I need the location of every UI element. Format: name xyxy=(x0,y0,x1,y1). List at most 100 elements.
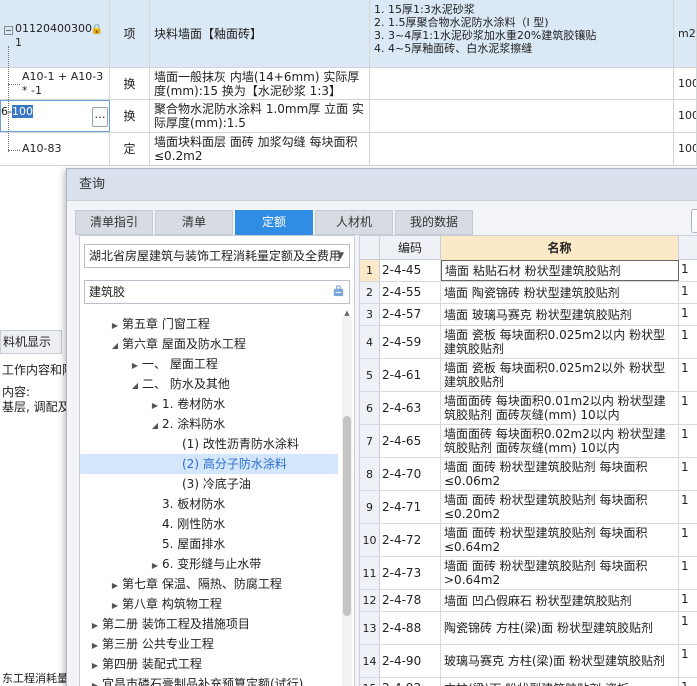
grid-row[interactable]: 8 2-4-70 墙面 面砖 粉状型建筑胶贴剂 每块面积≤0.06m2 1 xyxy=(360,458,697,491)
quota-name: 墙面 凹凸假麻石 粉状型建筑胶贴剂 xyxy=(441,590,679,611)
tree-item-label: (3) 冷底子油 xyxy=(182,477,251,491)
scroll-up-icon[interactable]: ▲ xyxy=(342,308,352,318)
grid-row[interactable]: 152-4-92方柱(梁)面 粉状型建筑胶贴剂 瓷板1 xyxy=(360,678,697,686)
item-code-editor[interactable]: 6-100 xyxy=(1,105,33,118)
library-select[interactable]: 湖北省房屋建筑与装饰工程消耗量定额及全费用 ▼ xyxy=(84,244,350,268)
expand-icon[interactable]: ▶ xyxy=(88,636,102,656)
collapse-icon[interactable]: ◢ xyxy=(148,416,162,436)
grid-row[interactable]: 7 2-4-65 墙面面砖 每块面积0.02m2以内 粉状型建筑胶贴剂 面砖灰缝(m… xyxy=(360,425,697,458)
expand-icon[interactable]: ▶ xyxy=(128,356,142,376)
item-code: A10-1 + A10-3 * -1 xyxy=(22,70,104,97)
dialog-title[interactable]: 查询 xyxy=(67,169,697,201)
grid-row[interactable]: 3 2-4-57 墙面 玻璃马赛克 粉状型建筑胶贴剂 1 xyxy=(360,304,697,326)
tree-item[interactable]: 4. 刚性防水 xyxy=(80,514,338,534)
expand-icon[interactable]: ▶ xyxy=(88,616,102,636)
tree-item-label: 第六章 屋面及防水工程 xyxy=(122,337,246,351)
grid-row[interactable]: 1 2-4-45 墙面 粘贴石材 粉状型建筑胶贴剂 1 xyxy=(360,260,697,282)
tree-item-label: 第二册 装饰工程及措施项目 xyxy=(102,617,250,631)
tree-item[interactable]: ▶ 第二册 装饰工程及措施项目 xyxy=(80,614,338,634)
expand-icon[interactable]: ▶ xyxy=(88,656,102,676)
quota-extra: 1 xyxy=(681,361,689,375)
tree-item[interactable]: ▶ 一、 屋面工程 xyxy=(80,354,338,374)
quota-extra: 1 xyxy=(681,306,689,320)
more-button[interactable]: … xyxy=(92,107,108,127)
tree-item-label: 6. 变形缝与止水带 xyxy=(162,557,262,571)
grid-row[interactable]: 11 2-4-73 墙面 面砖 粉状型建筑胶贴剂 每块面积>0.64m2 1 xyxy=(360,557,697,590)
tree-item[interactable]: ▶ 6. 变形缝与止水带 xyxy=(80,554,338,574)
tree-item-label: 3. 板材防水 xyxy=(162,497,226,511)
tree-scrollbar[interactable]: ▲ ▼ xyxy=(342,309,352,686)
scrollbar-thumb[interactable] xyxy=(343,416,351,616)
quota-name: 玻璃马赛克 方柱(梁)面 粉状型建筑胶贴剂 xyxy=(441,645,679,677)
quota-code: 2-4-78 xyxy=(380,590,441,611)
tree-item-label: 4. 刚性防水 xyxy=(162,517,226,531)
tree-item[interactable]: 3. 板材防水 xyxy=(80,494,338,514)
expand-icon[interactable]: ▶ xyxy=(108,596,122,616)
tree-item[interactable]: (1) 改性沥青防水涂料 xyxy=(80,434,338,454)
tree-item-label: (1) 改性沥青防水涂料 xyxy=(182,437,299,451)
quota-code: 2-4-65 xyxy=(380,425,441,457)
table-row[interactable]: 6-100 … 换 聚合物水泥防水涂料 1.0mm厚 立面 实际厚度(mm):1… xyxy=(0,100,697,133)
grid-row[interactable]: 4 2-4-59 墙面 瓷板 每块面积0.025m2以内 粉状型建筑胶贴剂 1 xyxy=(360,326,697,359)
column-header-code[interactable]: 编码 xyxy=(380,236,441,260)
tree-item[interactable]: (3) 冷底子油 xyxy=(80,474,338,494)
query-dialog: 查询 清单指引 清单 定额 人材机 我的数据 湖北省房屋建筑与装饰工程消耗量定额… xyxy=(66,168,697,686)
tree-item[interactable]: 5. 屋面排水 xyxy=(80,534,338,554)
grid-row[interactable]: 14 2-4-90 玻璃马赛克 方柱(梁)面 粉状型建筑胶贴剂 1 xyxy=(360,645,697,678)
grid-row[interactable]: 2 2-4-55 墙面 陶瓷锦砖 粉状型建筑胶贴剂 1 xyxy=(360,282,697,304)
item-code: 01120400300 1 xyxy=(15,22,92,49)
tree-item[interactable]: ◢ 2. 涂料防水 xyxy=(80,414,338,434)
tree-item[interactable]: ▶ 1. 卷材防水 xyxy=(80,394,338,414)
tab-list-guide[interactable]: 清单指引 xyxy=(75,210,153,235)
tree-item[interactable]: ◢ 二、 防水及其他 xyxy=(80,374,338,394)
tab-material-display[interactable]: 料机显示 xyxy=(0,330,62,354)
grid-row[interactable]: 6 2-4-63 墙面面砖 每块面积0.01m2以内 粉状型建筑胶贴剂 面砖灰缝(m… xyxy=(360,392,697,425)
collapse-icon[interactable]: ◢ xyxy=(128,376,142,396)
collapse-icon[interactable]: − xyxy=(4,26,13,35)
tab-my-data[interactable]: 我的数据 xyxy=(395,210,473,235)
table-row[interactable]: −01120400300 1 🔒 项 块料墙面【釉面砖】 1. 15厚1:3水泥… xyxy=(0,0,697,68)
tree-item[interactable]: ▶ 第五章 门窗工程 xyxy=(80,314,338,334)
expand-icon[interactable]: ▶ xyxy=(108,316,122,336)
dialog-side-button[interactable] xyxy=(691,209,697,233)
lock-icon: 🔒 xyxy=(90,24,103,35)
tree-item-label: 第四册 装配式工程 xyxy=(102,657,202,671)
grid-row[interactable]: 13 2-4-88 陶瓷锦砖 方柱(梁)面 粉状型建筑胶贴剂 1 xyxy=(360,612,697,645)
grid-row[interactable]: 10 2-4-72 墙面 面砖 粉状型建筑胶贴剂 每块面积≤0.64m2 1 xyxy=(360,524,697,557)
column-header-name[interactable]: 名称 xyxy=(441,236,679,260)
row-number: 6 xyxy=(360,392,380,424)
tree-item[interactable]: ◢ 第六章 屋面及防水工程 xyxy=(80,334,338,354)
quota-code: 2-4-57 xyxy=(380,304,441,325)
collapse-icon[interactable]: ◢ xyxy=(108,336,122,356)
grid-row[interactable]: 9 2-4-71 墙面 面砖 粉状型建筑胶贴剂 每块面积≤0.20m2 1 xyxy=(360,491,697,524)
search-icon[interactable] xyxy=(332,285,345,298)
row-number: 8 xyxy=(360,458,380,490)
expand-icon[interactable]: ▶ xyxy=(148,556,162,576)
expand-icon[interactable]: ▶ xyxy=(108,576,122,596)
quota-code: 2-4-59 xyxy=(380,326,441,358)
tree-connector xyxy=(8,84,20,85)
search-input[interactable]: 建筑胶 xyxy=(84,280,350,304)
tab-list[interactable]: 清单 xyxy=(155,210,233,235)
tree-item[interactable]: ▶ 第八章 构筑物工程 xyxy=(80,594,338,614)
tree-item[interactable]: (2) 高分子防水涂料 xyxy=(80,454,338,474)
tree-item[interactable]: ▶ 宜昌市磷石膏制品补充预算定额(试行) xyxy=(80,674,338,686)
grid-row[interactable]: 5 2-4-61 墙面 瓷板 每块面积0.025m2以外 粉状型建筑胶贴剂 1 xyxy=(360,359,697,392)
tab-labor-material-machine[interactable]: 人材机 xyxy=(315,210,393,235)
quota-name: 墙面 面砖 粉状型建筑胶贴剂 每块面积≤0.20m2 xyxy=(441,491,679,523)
tab-quota[interactable]: 定额 xyxy=(235,210,313,235)
table-row[interactable]: A10-1 + A10-3 * -1 换 墙面一般抹灰 内墙(14+6mm) 实… xyxy=(0,68,697,100)
grid-header: 编码 名称 xyxy=(360,236,697,260)
grid-row[interactable]: 12 2-4-78 墙面 凹凸假麻石 粉状型建筑胶贴剂 1 xyxy=(360,590,697,612)
quota-name: 墙面 面砖 粉状型建筑胶贴剂 每块面积≤0.06m2 xyxy=(441,458,679,490)
item-name: 块料墙面【釉面砖】 xyxy=(150,0,370,67)
chevron-down-icon[interactable]: ▼ xyxy=(337,245,344,267)
quota-name: 墙面 陶瓷锦砖 粉状型建筑胶贴剂 xyxy=(441,282,679,303)
expand-icon[interactable]: ▶ xyxy=(148,396,162,416)
row-number: 5 xyxy=(360,359,380,391)
tree-item[interactable]: ▶ 第三册 公共专业工程 xyxy=(80,634,338,654)
tree-item[interactable]: ▶ 第四册 装配式工程 xyxy=(80,654,338,674)
table-row[interactable]: A10-83 定 墙面块料面层 面砖 加浆勾缝 每块面积≤0.2m2 100m xyxy=(0,133,697,166)
tree-item[interactable]: ▶ 第七章 保温、隔热、防腐工程 xyxy=(80,574,338,594)
expand-icon[interactable]: ▶ xyxy=(88,676,102,686)
